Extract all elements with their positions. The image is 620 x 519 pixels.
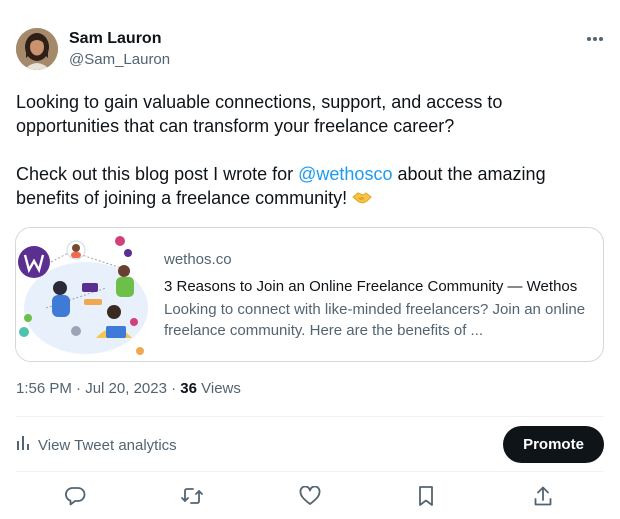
author-handle[interactable]: @Sam_Lauron [69,51,170,68]
divider [16,416,604,417]
tweet-meta: 1:56 PM · Jul 20, 2023 · 36 Views [16,380,241,397]
analytics-bars-icon [16,435,32,455]
like-icon[interactable] [298,484,322,508]
mention-link[interactable]: @wethosco [298,164,392,184]
divider [16,471,604,472]
views-label: Views [196,380,241,397]
link-card[interactable]: wethos.co 3 Reasons to Join an Online Fr… [15,227,604,362]
card-domain: wethos.co [164,251,232,268]
view-analytics-label: View Tweet analytics [38,436,177,454]
retweet-icon[interactable] [180,484,204,508]
tweet-paragraph-1: Looking to gain valuable connections, su… [16,92,503,136]
card-body: wethos.co 3 Reasons to Join an Online Fr… [151,228,603,361]
bookmark-icon[interactable] [414,484,438,508]
tweet-text: Looking to gain valuable connections, su… [16,90,596,210]
card-title: 3 Reasons to Join an Online Freelance Co… [164,278,578,295]
tweet-actions [0,484,620,508]
view-analytics-link[interactable]: View Tweet analytics [16,435,177,455]
tweet-date[interactable]: Jul 20, 2023 [85,380,167,397]
views-count: 36 [180,380,197,397]
avatar[interactable] [16,28,58,70]
author-name[interactable]: Sam Lauron [69,30,161,48]
tweet-text-segment: Check out this blog post I wrote for [16,164,299,184]
tweet-time[interactable]: 1:56 PM [16,380,72,397]
more-icon[interactable] [582,30,608,48]
profile-photo [16,28,58,70]
share-icon[interactable] [531,484,555,508]
promote-button[interactable]: Promote [503,426,604,463]
card-description: Looking to connect with like-minded free… [164,301,586,339]
meta-separator: · [71,380,86,397]
reply-icon[interactable] [63,484,87,508]
meta-separator: · [166,380,181,397]
tweet-paragraph-2: Check out this blog post I wrote for @we… [16,162,596,210]
handshake-emoji [352,188,372,208]
card-thumbnail [16,228,151,361]
